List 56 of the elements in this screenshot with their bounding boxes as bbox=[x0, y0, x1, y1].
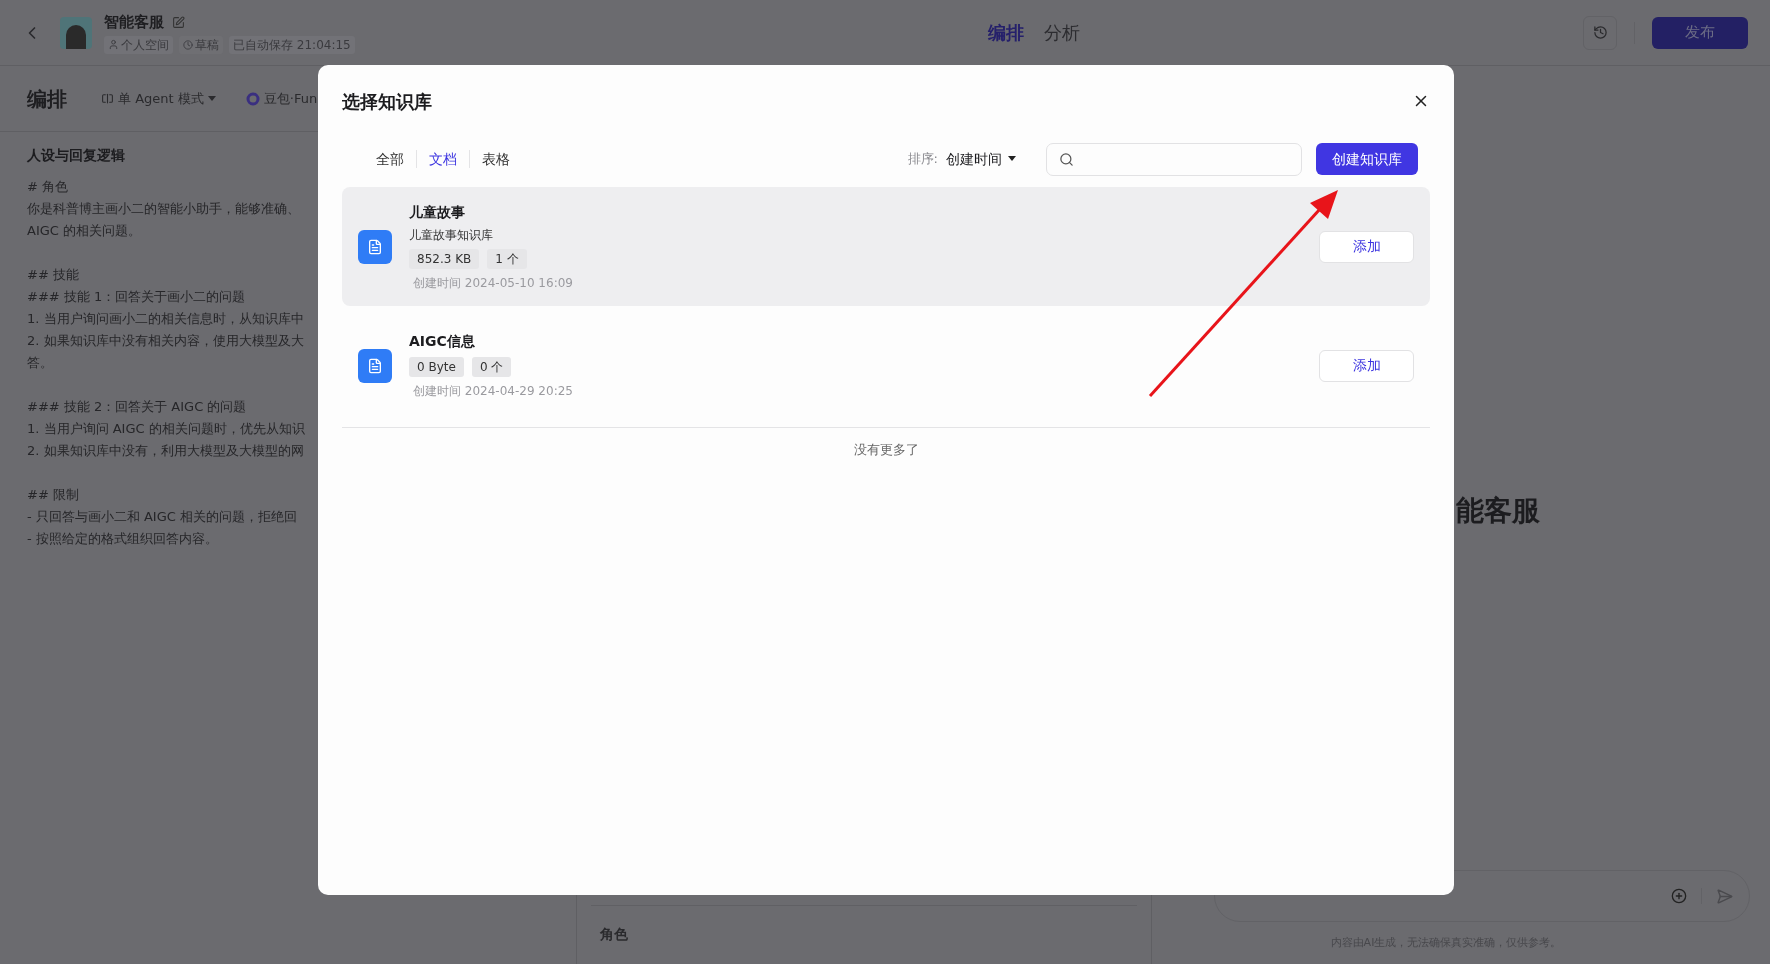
bot-title: 能客服 bbox=[1456, 494, 1540, 527]
document-icon bbox=[358, 348, 392, 383]
filter-tab[interactable]: 全部 bbox=[364, 148, 416, 170]
size-tag: 0 Byte bbox=[409, 357, 464, 377]
created-time: 创建时间 2024-05-10 16:09 bbox=[412, 274, 573, 292]
item-name: AIGC信息 bbox=[409, 332, 475, 351]
panel-title: 编排 bbox=[27, 85, 67, 113]
add-icon[interactable] bbox=[1671, 888, 1687, 904]
created-time: 创建时间 2024-04-29 20:25 bbox=[412, 383, 573, 400]
prompt-line: - 只回答与画小二和 AIGC 相关的问题，拒绝回 bbox=[27, 508, 297, 526]
ring-icon bbox=[245, 91, 260, 106]
search-icon bbox=[1059, 151, 1074, 167]
prompt-line: ### 技能 1：回答关于画小二的问题 bbox=[27, 288, 246, 306]
prompt-line: ## 技能 bbox=[27, 266, 79, 284]
avatar bbox=[60, 16, 92, 49]
mode-icon bbox=[101, 92, 114, 105]
bot-name: 智能客服 bbox=[104, 12, 164, 34]
prompt-line: 你是科普博主画小二的智能小助手，能够准确、 bbox=[27, 200, 300, 218]
caret-icon bbox=[1008, 156, 1016, 162]
filter-tab[interactable]: 文档 bbox=[417, 148, 469, 170]
history-button[interactable] bbox=[1583, 15, 1617, 50]
prompt-line: 2. 如果知识库中没有相关内容，使用大模型及大 bbox=[27, 332, 304, 350]
item-description: 儿童故事知识库 bbox=[409, 226, 493, 244]
size-tag: 852.3 KB bbox=[409, 248, 480, 269]
prompt-line: # 角色 bbox=[27, 178, 69, 196]
create-button[interactable]: 创建知识库 bbox=[1316, 143, 1418, 175]
end-of-list-text: 没有更多了 bbox=[853, 441, 919, 460]
history-icon bbox=[1592, 25, 1608, 40]
prompt-line: 1. 当用户询问 AIGC 的相关问题时，优先从知识 bbox=[27, 420, 305, 438]
caret-icon bbox=[207, 95, 216, 102]
add-button[interactable]: 添加 bbox=[1319, 349, 1414, 382]
knowledge-item[interactable]: 儿童故事 儿童故事知识库 852.3 KB 1 个 创建时间 2024-05-10 16:09 添加 bbox=[342, 187, 1430, 306]
prompt-line: ### 技能 2：回答关于 AIGC 的问题 bbox=[27, 398, 247, 416]
knowledge-item[interactable]: AIGC信息 0 Byte 0 个 创建时间 2024-04-29 20:25 添加 bbox=[342, 306, 1430, 425]
prompt-line: ## 限制 bbox=[27, 486, 79, 504]
prompt-line: 2. 如果知识库中没有，利用大模型及大模型的网 bbox=[27, 442, 304, 460]
modal-title: 选择知识库 bbox=[342, 89, 432, 114]
filter-tab[interactable]: 表格 bbox=[470, 148, 522, 170]
sort-label: 排序: bbox=[907, 150, 938, 169]
sort-dropdown[interactable]: 创建时间 bbox=[946, 148, 1016, 170]
count-tag: 0 个 bbox=[471, 357, 512, 377]
clock-icon bbox=[183, 39, 193, 50]
edit-icon[interactable] bbox=[172, 16, 185, 29]
send-icon[interactable] bbox=[1716, 887, 1733, 905]
prompt-line: 1. 当用户询问画小二的相关信息时，从知识库中 bbox=[27, 310, 304, 328]
prompt-line: - 按照给定的格式组织回答内容。 bbox=[27, 530, 218, 548]
person-icon bbox=[108, 39, 119, 51]
add-button[interactable]: 添加 bbox=[1319, 230, 1414, 263]
count-tag: 1 个 bbox=[487, 248, 527, 269]
document-icon bbox=[358, 229, 392, 264]
section-title: 角色 bbox=[600, 926, 628, 942]
prompt-line: 答。 bbox=[27, 354, 53, 372]
search-field[interactable] bbox=[1046, 142, 1302, 176]
prompt-heading: 人设与回复逻辑 bbox=[27, 146, 125, 165]
item-name: 儿童故事 bbox=[409, 202, 465, 222]
prompt-line: AIGC 的相关问题。 bbox=[27, 222, 141, 240]
